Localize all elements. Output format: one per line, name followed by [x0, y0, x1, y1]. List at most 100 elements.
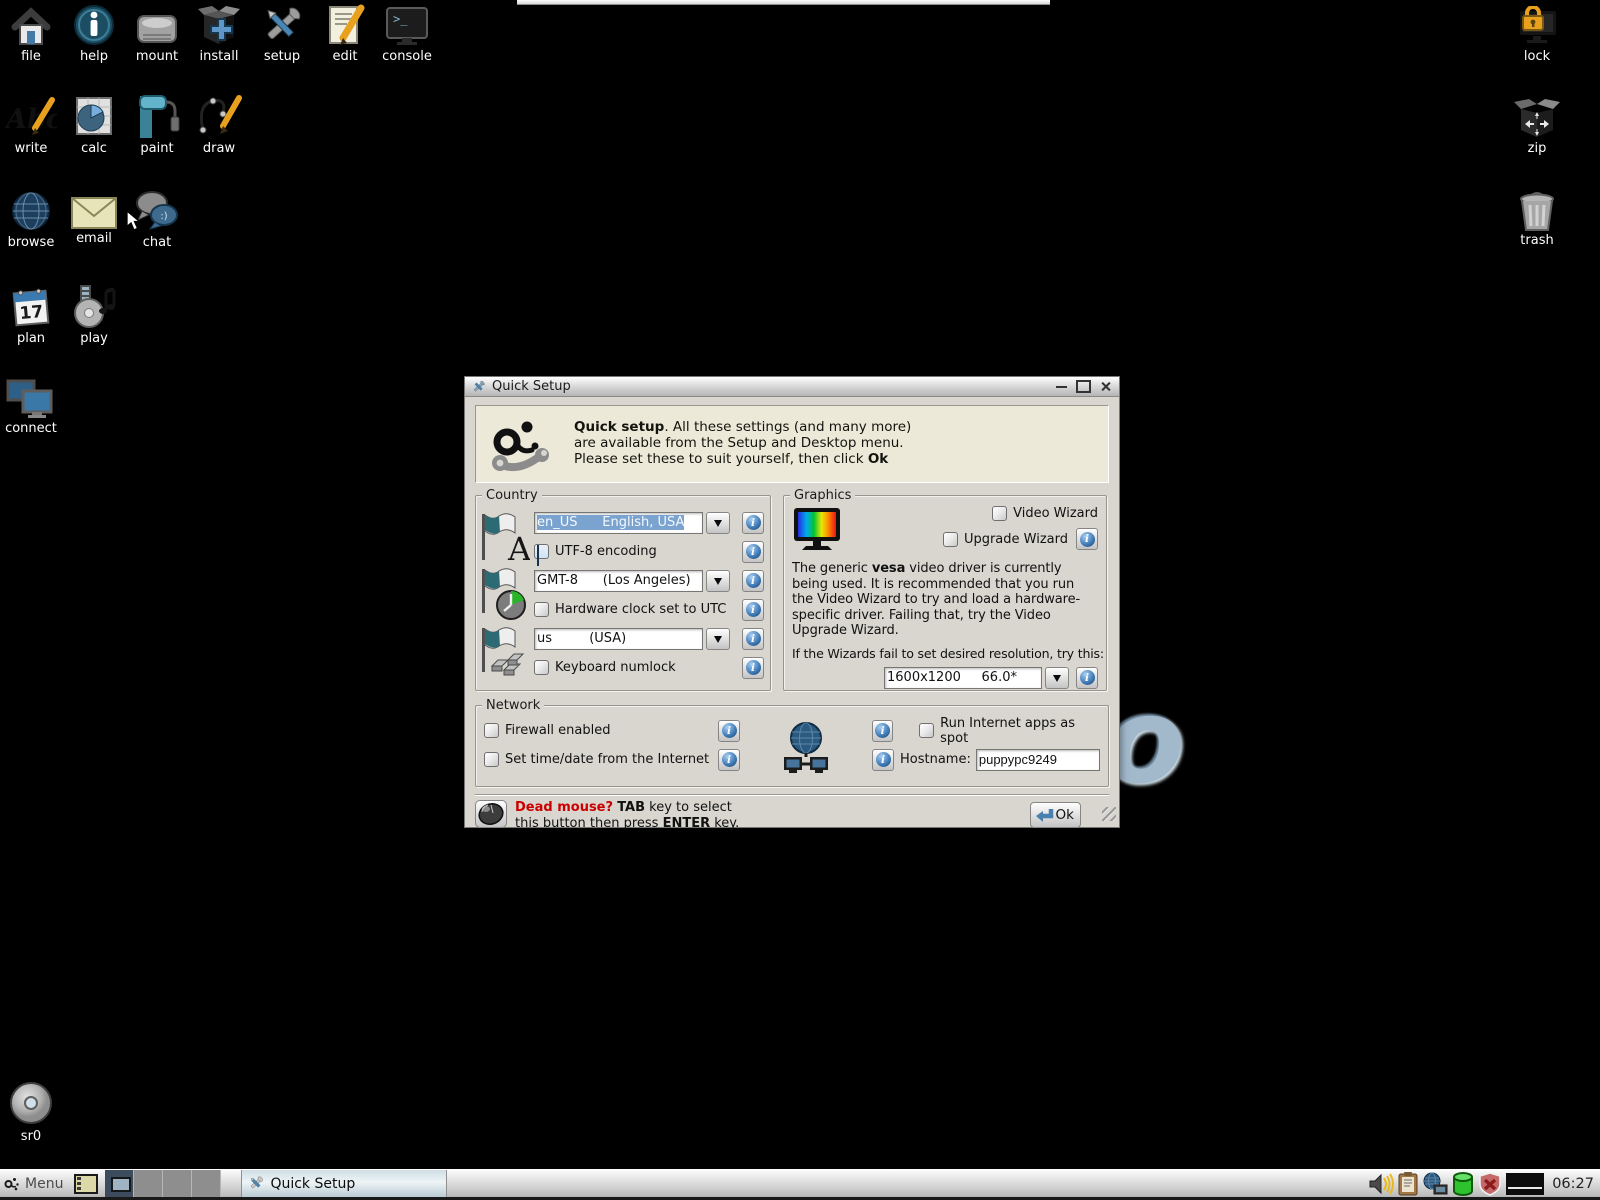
- close-button[interactable]: [1097, 380, 1113, 394]
- network-tray-icon[interactable]: [1422, 1172, 1448, 1196]
- upgrade-wizard-checkbox[interactable]: [943, 532, 958, 547]
- desktop-icon-zip[interactable]: zip: [1506, 96, 1568, 156]
- desktop-icon-email[interactable]: email: [63, 196, 125, 246]
- ok-button[interactable]: Ok: [1030, 802, 1081, 828]
- hwclock-checkbox[interactable]: [534, 602, 549, 617]
- spot-info-button[interactable]: i: [872, 720, 893, 742]
- locale-info-button[interactable]: i: [742, 512, 764, 534]
- memory-icon[interactable]: [1452, 1172, 1474, 1196]
- intro-rest: . All these settings (and many more): [664, 419, 911, 435]
- desktop-icon-trash[interactable]: trash: [1506, 188, 1568, 248]
- keyboard-combo-entry[interactable]: us (USA): [534, 628, 703, 650]
- menu-button[interactable]: Menu: [0, 1170, 71, 1200]
- resolution-combo-entry[interactable]: 1600x1200 66.0*: [884, 667, 1042, 689]
- keyboard-info-button[interactable]: i: [742, 628, 764, 650]
- workspace-3[interactable]: [163, 1170, 192, 1197]
- timezone-info-button[interactable]: i: [742, 570, 764, 592]
- window-list-button[interactable]: [71, 1170, 101, 1200]
- timedate-info-button[interactable]: i: [718, 749, 740, 771]
- utf8-info-button[interactable]: i: [742, 541, 764, 563]
- timedate-checkbox[interactable]: [484, 752, 499, 767]
- upgrade-wizard-info-button[interactable]: i: [1076, 528, 1098, 550]
- two-monitors-icon: [6, 378, 56, 420]
- workspace-4[interactable]: [192, 1170, 221, 1197]
- hwclock-info-button[interactable]: i: [742, 599, 764, 621]
- desktop-icon-browse[interactable]: browse: [0, 190, 62, 250]
- desktop-icon-mount[interactable]: mount: [126, 8, 188, 64]
- globe-icon: [9, 190, 53, 234]
- clipboard-icon[interactable]: [1398, 1172, 1418, 1196]
- resolution-dropdown-button[interactable]: [1045, 667, 1069, 689]
- firewall-label: Firewall enabled: [505, 723, 610, 738]
- icon-label: install: [188, 49, 250, 64]
- network-monitor-blinky[interactable]: [1506, 1173, 1544, 1195]
- language-flag-icon: A: [478, 510, 530, 564]
- country-legend: Country: [482, 488, 542, 503]
- desktop-icon-draw[interactable]: draw: [188, 94, 250, 156]
- desktop-icon-help[interactable]: help: [63, 3, 125, 64]
- desktop-icon-paint[interactable]: paint: [126, 94, 188, 156]
- intro-line3: Please set these to suit yourself, then …: [574, 451, 868, 467]
- puppy-menu-icon: [4, 1176, 22, 1192]
- icon-label: help: [63, 49, 125, 64]
- tools-icon: [259, 4, 305, 48]
- desktop-icon-play[interactable]: play: [63, 284, 125, 346]
- workspace-1[interactable]: [105, 1170, 134, 1197]
- keyboard-flag-icon: [478, 626, 530, 680]
- numlock-checkbox[interactable]: [534, 660, 549, 675]
- desktop-icon-plan[interactable]: 17 plan: [0, 284, 62, 346]
- minimize-button[interactable]: [1053, 380, 1069, 394]
- maximize-button[interactable]: [1075, 380, 1091, 394]
- svg-text::): :): [160, 211, 167, 222]
- icon-label: draw: [188, 141, 250, 156]
- locale-dropdown-button[interactable]: [706, 512, 730, 534]
- house-icon: [8, 6, 54, 48]
- desktop-icon-sr0[interactable]: sr0: [0, 1080, 62, 1144]
- hidden-window-edge[interactable]: [517, 0, 1050, 5]
- desktop-icon-setup[interactable]: setup: [251, 4, 313, 64]
- envelope-icon: [70, 196, 118, 230]
- ok-label: Ok: [1056, 807, 1074, 823]
- graphics-frame: Graphics Video Wizard Upgrade Wizard: [783, 495, 1107, 691]
- enter-key-word: ENTER: [663, 816, 711, 831]
- titlebar[interactable]: Quick Setup: [465, 377, 1119, 397]
- desktop-icon-file[interactable]: file: [0, 6, 62, 64]
- desktop-icon-edit[interactable]: edit: [314, 4, 376, 64]
- hostname-input[interactable]: [976, 749, 1100, 771]
- numlock-info-button[interactable]: i: [742, 657, 764, 679]
- utf8-checkbox[interactable]: [534, 544, 549, 559]
- volume-icon[interactable]: [1368, 1172, 1394, 1196]
- video-wizard-checkbox[interactable]: [992, 506, 1007, 521]
- hostname-info-button[interactable]: i: [872, 749, 894, 771]
- desktop-icon-install[interactable]: install: [188, 4, 250, 64]
- firewall-shield-icon[interactable]: [1478, 1172, 1502, 1196]
- timezone-dropdown-button[interactable]: [706, 570, 730, 592]
- desktop-icon-write[interactable]: Abc write: [0, 96, 62, 156]
- keyboard-dropdown-button[interactable]: [706, 628, 730, 650]
- resolution-info-button[interactable]: i: [1076, 667, 1098, 689]
- resize-grip[interactable]: [1102, 807, 1116, 821]
- intro-panel: Quick setup. All these settings (and man…: [475, 405, 1109, 483]
- icon-label: edit: [314, 49, 376, 64]
- media-icon: [69, 284, 119, 330]
- timezone-combo-entry[interactable]: GMT-8 (Los Angeles): [534, 570, 703, 592]
- icon-label: connect: [0, 421, 62, 436]
- firewall-checkbox[interactable]: [484, 723, 499, 738]
- svg-text:>_: >_: [393, 12, 408, 26]
- desktop-icon-console[interactable]: >_ console: [376, 6, 438, 64]
- mouse-help-button[interactable]: [475, 800, 507, 828]
- locale-combo-entry[interactable]: en_US English, USA: [534, 512, 703, 534]
- country-frame: Country A en_US English, USA i: [475, 495, 771, 691]
- mouse-cursor: [126, 210, 141, 235]
- icon-label: play: [63, 331, 125, 346]
- desktop-icon-connect[interactable]: connect: [0, 378, 62, 436]
- desktop: file help mount install setup edit >_ co…: [0, 0, 1600, 1200]
- firewall-info-button[interactable]: i: [718, 720, 740, 742]
- tab-key-word: TAB: [617, 800, 645, 815]
- desktop-icon-calc[interactable]: calc: [63, 94, 125, 156]
- workspace-2[interactable]: [134, 1170, 163, 1197]
- spot-checkbox[interactable]: [919, 723, 934, 738]
- taskbar-item-quick-setup[interactable]: Quick Setup: [241, 1170, 447, 1197]
- desktop-icon-lock[interactable]: lock: [1506, 6, 1568, 64]
- dialog-footer: Dead mouse? TAB key to select this butto…: [475, 794, 1109, 833]
